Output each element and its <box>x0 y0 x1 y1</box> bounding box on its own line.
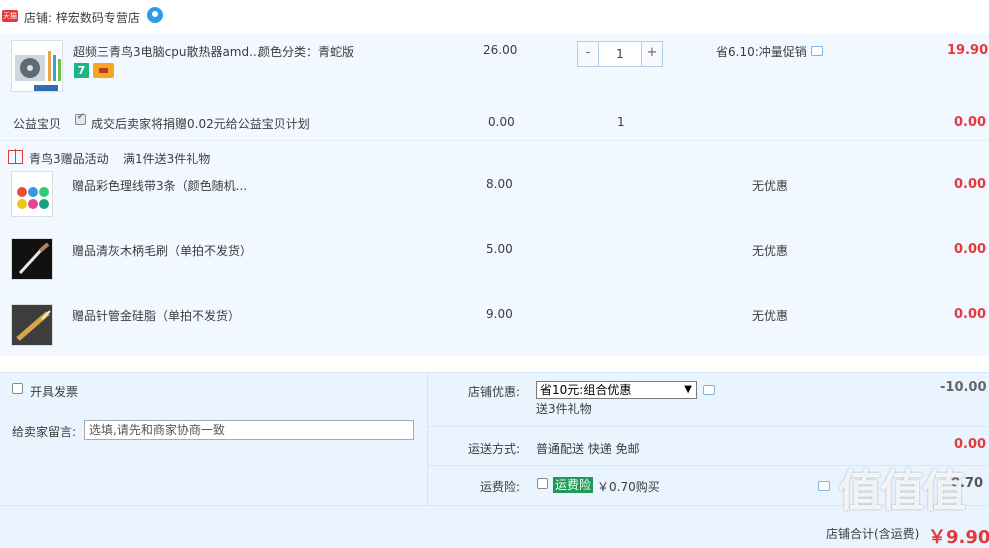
insurance-chat-icon[interactable] <box>818 481 830 491</box>
promo-chat-icon[interactable] <box>811 46 823 56</box>
gift-item-discount: 无优惠 <box>752 244 789 258</box>
public-welfare-price: 0.00 <box>488 115 515 129</box>
cpu-cooler-image <box>12 41 62 91</box>
quantity-decrease-button[interactable]: - <box>578 42 599 66</box>
brush-image <box>12 239 52 279</box>
shop-label: 店铺: <box>24 11 53 25</box>
insurance-badge: 运费险 <box>553 477 594 493</box>
main-item-title[interactable]: 超频三青鸟3电脑cpu散热器amd... <box>73 43 261 60</box>
message-label: 给卖家留言: <box>12 425 77 439</box>
gift-icon <box>8 149 23 164</box>
insurance-checkbox[interactable] <box>537 478 548 489</box>
gift-item-subtotal: 0.00 <box>954 177 987 192</box>
public-welfare-quantity: 1 <box>617 115 625 129</box>
main-item-subtotal: 19.90 <box>947 43 989 58</box>
gift-activity-rule: 满1件送3件礼物 <box>123 152 211 166</box>
invoice-checkbox[interactable] <box>12 383 23 394</box>
gift-item-name[interactable]: 赠品清灰木柄毛刷（单拍不发货） <box>72 242 252 259</box>
public-welfare-label: 公益宝贝 <box>13 117 62 131</box>
discount-amount: -10.00 <box>940 380 987 395</box>
gift-item-subtotal: 0.00 <box>954 242 987 257</box>
gift-thumbnail[interactable] <box>11 238 53 280</box>
gift-item-discount: 无优惠 <box>752 309 789 323</box>
quantity-increase-button[interactable]: + <box>641 42 662 66</box>
main-item-promo: 省6.10:冲量促销 <box>716 45 807 59</box>
chevron-down-icon: ▼ <box>684 384 692 395</box>
shipping-label: 运送方式: <box>468 442 521 456</box>
seven-day-return-icon: 7 <box>74 63 89 78</box>
wangwang-chat-icon[interactable] <box>147 7 163 23</box>
gift-item-price: 8.00 <box>486 177 513 191</box>
thermal-paste-image <box>12 305 52 345</box>
watermark-logo: 值值值 <box>838 466 966 517</box>
total-label: 店铺合计(含运费) <box>826 527 920 541</box>
insurance-text: ￥0.70购买 <box>597 480 660 494</box>
cable-ties-image <box>12 172 52 216</box>
product-thumbnail[interactable] <box>11 40 63 92</box>
gift-activity-title: 青鸟3赠品活动 <box>29 152 109 166</box>
gift-thumbnail[interactable] <box>11 171 53 217</box>
invoice-label: 开具发票 <box>30 385 79 399</box>
discount-select[interactable]: 省10元:组合优惠 ▼ <box>536 381 697 399</box>
shipping-amount: 0.00 <box>954 437 987 452</box>
gift-item-name[interactable]: 赠品彩色理线带3条（颜色随机... <box>72 177 247 194</box>
divider <box>427 372 428 505</box>
gift-item-price: 5.00 <box>486 242 513 256</box>
quantity-input[interactable] <box>599 42 641 66</box>
discount-note: 送3件礼物 <box>536 402 592 416</box>
discount-selected-value: 省10元:组合优惠 <box>540 383 632 397</box>
tmall-icon: 天猫 <box>2 10 18 22</box>
shipping-value: 普通配送 快递 免邮 <box>536 442 640 456</box>
main-item-variant: 颜色分类：青蛇版 <box>258 45 355 59</box>
gift-item-subtotal: 0.00 <box>954 307 987 322</box>
discount-chat-icon[interactable] <box>703 385 715 395</box>
public-welfare-checkbox[interactable] <box>75 112 86 125</box>
public-welfare-text: 成交后卖家将捐赠0.02元给公益宝贝计划 <box>91 117 310 131</box>
shop-name-link[interactable]: 梓宏数码专营店 <box>56 11 140 25</box>
gift-item-discount: 无优惠 <box>752 179 789 193</box>
seller-message-input[interactable]: 选填,请先和商家协商一致 <box>84 420 414 440</box>
credit-card-icon <box>93 63 114 78</box>
gift-item-name[interactable]: 赠品针管金硅脂（单拍不发货） <box>72 307 240 324</box>
quantity-stepper: - + <box>577 41 663 67</box>
public-welfare-subtotal: 0.00 <box>954 115 987 130</box>
shop-title: 店铺: 梓宏数码专营店 <box>24 9 140 26</box>
total-amount: ￥9.90 <box>928 527 989 548</box>
gift-item-price: 9.00 <box>486 307 513 321</box>
main-item-unit-price: 26.00 <box>483 43 518 57</box>
discount-label: 店铺优惠: <box>468 385 521 399</box>
gift-thumbnail[interactable] <box>11 304 53 346</box>
divider <box>427 426 989 427</box>
insurance-label: 运费险: <box>480 480 521 494</box>
